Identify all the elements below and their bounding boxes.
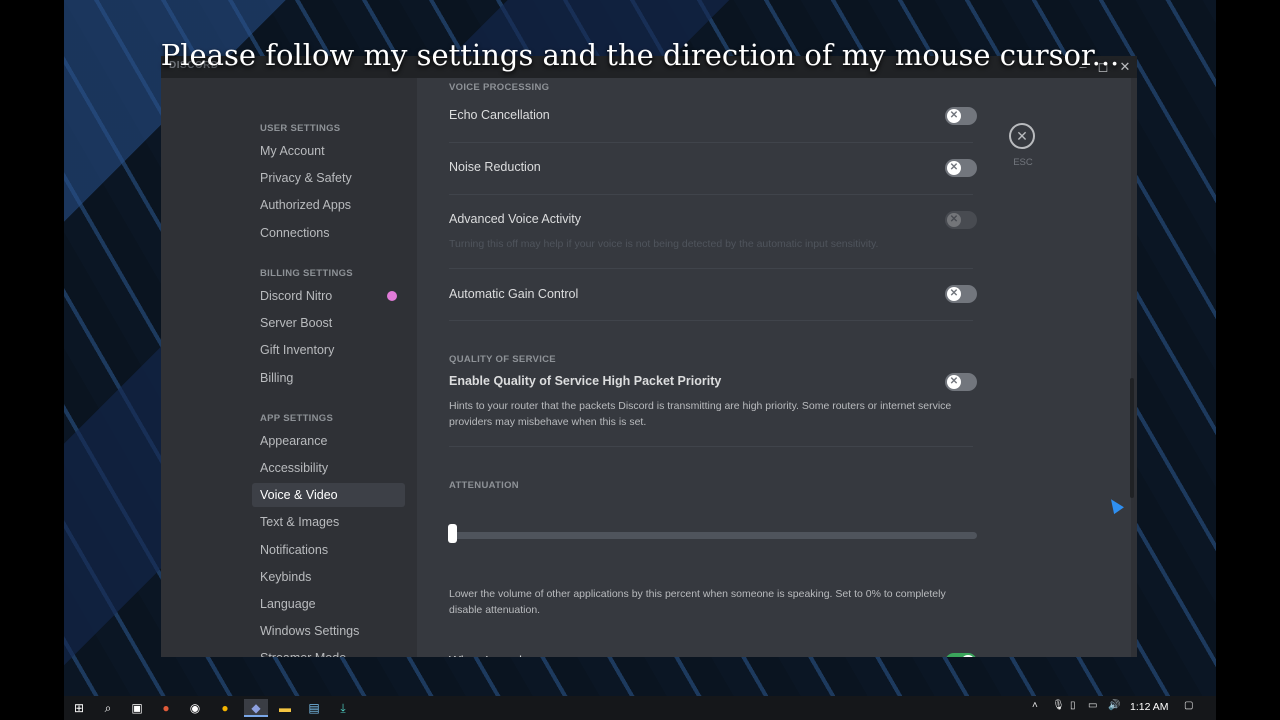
volume-icon[interactable]: 🔊 (1108, 700, 1120, 711)
advanced-voice-activity-description: Turning this off may help if your voice … (449, 238, 879, 250)
windows-taskbar: ⊞ ⌕ ▣ ● ◉ ● ◆ ▬ ▤ ⤓ ˄ 🎙 ▯ ▭ 🔊 1:12 AM ▢ (64, 696, 1216, 720)
qos-label: Enable Quality of Service High Packet Pr… (449, 374, 722, 388)
divider (449, 142, 973, 143)
sidebar-item-server-boost[interactable]: Server Boost (252, 311, 405, 335)
sidebar-item-my-account[interactable]: My Account (252, 139, 405, 163)
sidebar-item-windows-settings[interactable]: Windows Settings (252, 619, 405, 643)
automatic-gain-control-label: Automatic Gain Control (449, 287, 579, 301)
checkmark-icon: ✓ (961, 655, 975, 657)
attenuation-slider-track[interactable] (449, 532, 977, 539)
attenuation-description: Lower the volume of other applications b… (449, 588, 946, 616)
divider (449, 268, 973, 269)
advanced-voice-activity-label: Advanced Voice Activity (449, 212, 582, 226)
settings-sidebar: USER SETTINGS My Account Privacy & Safet… (161, 78, 417, 657)
nitro-icon (387, 291, 397, 301)
notifications-icon[interactable]: ▢ (1184, 700, 1193, 711)
sidebar-item-keybinds[interactable]: Keybinds (252, 565, 405, 589)
sidebar-item-streamer-mode[interactable]: Streamer Mode (252, 646, 405, 657)
sidebar-item-gift-inventory[interactable]: Gift Inventory (252, 338, 405, 362)
close-settings-button[interactable]: ✕ (1009, 123, 1035, 149)
sidebar-item-billing[interactable]: Billing (252, 366, 405, 390)
attenuation-header: ATTENUATION (449, 480, 519, 491)
attenuation-slider-handle[interactable] (448, 524, 457, 543)
advanced-voice-activity-toggle[interactable]: ✕ (945, 211, 977, 229)
quality-of-service-header: QUALITY OF SERVICE (449, 354, 556, 365)
sidebar-item-label: Discord Nitro (260, 289, 333, 303)
sidebar-item-appearance[interactable]: Appearance (252, 429, 405, 453)
echo-cancellation-toggle[interactable]: ✕ (945, 107, 977, 125)
sidebar-item-nitro[interactable]: Discord Nitro (252, 284, 405, 308)
network-icon[interactable]: ▭ (1088, 700, 1097, 711)
search-icon[interactable]: ⌕ (99, 699, 117, 717)
sidebar-item-text-images[interactable]: Text & Images (252, 510, 405, 534)
notes-icon[interactable]: ▤ (305, 699, 323, 717)
sidebar-item-privacy[interactable]: Privacy & Safety (252, 166, 405, 190)
toggle-off-icon: ✕ (947, 287, 961, 301)
when-i-speak-label: When I speak (449, 654, 525, 657)
esc-label: ESC (1013, 157, 1033, 168)
app-icon[interactable]: ● (157, 699, 175, 717)
chrome-icon[interactable]: ● (216, 699, 234, 717)
chevron-up-icon[interactable]: ˄ (1032, 700, 1038, 711)
toggle-off-icon: ✕ (947, 213, 961, 227)
sidebar-item-notifications[interactable]: Notifications (252, 538, 405, 562)
usb-icon[interactable]: ▯ (1070, 700, 1076, 711)
automatic-gain-control-toggle[interactable]: ✕ (945, 285, 977, 303)
toggle-off-icon: ✕ (947, 109, 961, 123)
qos-toggle[interactable]: ✕ (945, 373, 977, 391)
video-caption: Please follow my settings and the direct… (160, 38, 1120, 72)
noise-reduction-toggle[interactable]: ✕ (945, 159, 977, 177)
app-icon[interactable]: ◉ (186, 699, 204, 717)
discord-taskbar-icon[interactable]: ◆ (244, 699, 268, 717)
windows-start-icon[interactable]: ⊞ (70, 699, 88, 717)
noise-reduction-label: Noise Reduction (449, 160, 541, 174)
sidebar-item-language[interactable]: Language (252, 592, 405, 616)
divider (449, 446, 973, 447)
divider (449, 194, 973, 195)
when-i-speak-toggle[interactable]: ✓ (945, 653, 977, 657)
store-icon[interactable]: ▣ (128, 699, 146, 717)
mouse-cursor-icon (1106, 495, 1124, 515)
divider (449, 320, 973, 321)
download-icon[interactable]: ⤓ (334, 699, 352, 717)
toggle-off-icon: ✕ (947, 161, 961, 175)
toggle-off-icon: ✕ (947, 375, 961, 389)
settings-scrollbar[interactable] (1130, 378, 1134, 498)
voice-processing-header: VOICE PROCESSING (449, 82, 550, 93)
echo-cancellation-label: Echo Cancellation (449, 108, 550, 122)
folder-icon[interactable]: ▬ (276, 699, 294, 717)
user-settings-header: USER SETTINGS (260, 123, 341, 134)
billing-settings-header: BILLING SETTINGS (260, 268, 353, 279)
qos-description: Hints to your router that the packets Di… (449, 400, 952, 428)
sidebar-item-voice-video[interactable]: Voice & Video (252, 483, 405, 507)
microphone-icon[interactable]: 🎙 (1052, 700, 1065, 711)
sidebar-item-connections[interactable]: Connections (252, 221, 405, 245)
app-settings-header: APP SETTINGS (260, 413, 334, 424)
sidebar-item-accessibility[interactable]: Accessibility (252, 456, 405, 480)
sidebar-item-authorized-apps[interactable]: Authorized Apps (252, 193, 405, 217)
discord-window: DISCORD – ◻ ✕ USER SETTINGS My Account P… (161, 56, 1137, 657)
taskbar-clock[interactable]: 1:12 AM (1130, 701, 1169, 713)
